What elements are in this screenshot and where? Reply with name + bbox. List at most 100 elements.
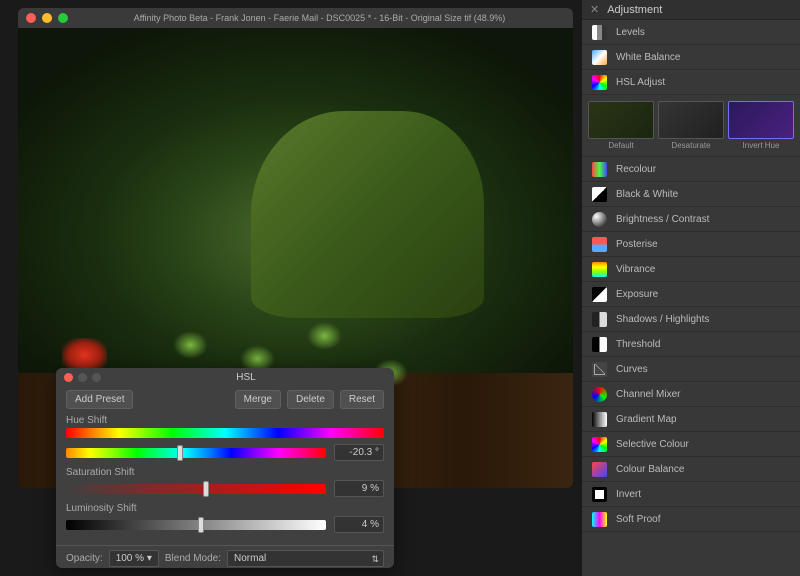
preset-label: Desaturate	[658, 141, 724, 150]
opacity-select[interactable]: 100 % ▾	[109, 550, 159, 567]
adjustment-item-posterise[interactable]: Posterise	[582, 232, 800, 257]
luminosity-shift-value[interactable]	[334, 516, 384, 533]
adjustment-label: Curves	[616, 364, 648, 375]
adjustment-item-soft-proof[interactable]: Soft Proof	[582, 507, 800, 532]
adjustment-label: Exposure	[616, 289, 658, 300]
adjustment-label: Shadows / Highlights	[616, 314, 709, 325]
hue-shift-thumb[interactable]	[177, 445, 183, 461]
preset-desaturate[interactable]: Desaturate	[658, 101, 724, 150]
chevron-updown-icon: ⇅	[371, 554, 379, 565]
preset-desaturate-thumb	[658, 101, 724, 139]
add-preset-button[interactable]: Add Preset	[66, 390, 133, 409]
hsl-footer: Opacity: 100 % ▾ Blend Mode: Normal ⇅	[56, 545, 394, 571]
selective-colour-icon	[592, 437, 607, 452]
photo-fern	[173, 331, 208, 359]
saturation-shift-thumb[interactable]	[203, 481, 209, 497]
adjustment-item-white-balance[interactable]: White Balance	[582, 45, 800, 70]
adjustment-label: Selective Colour	[616, 439, 689, 450]
adjustment-panel: ✕ Adjustment Levels White Balance HSL Ad…	[582, 0, 800, 576]
adjustment-label: Soft Proof	[616, 514, 660, 525]
blend-mode-label: Blend Mode:	[165, 553, 221, 564]
saturation-shift-slider[interactable]	[66, 484, 326, 494]
curves-icon	[592, 362, 607, 377]
preset-label: Default	[588, 141, 654, 150]
preset-invert-hue[interactable]: Invert Hue	[728, 101, 794, 150]
hsl-icon	[592, 75, 607, 90]
hue-spectrum-bar[interactable]	[66, 428, 384, 438]
invert-icon	[592, 487, 607, 502]
adjustment-item-gradient-map[interactable]: Gradient Map	[582, 407, 800, 432]
close-icon[interactable]: ✕	[590, 3, 599, 16]
adjustment-label: Channel Mixer	[616, 389, 680, 400]
adjustment-item-hsl-adjust[interactable]: HSL Adjust	[582, 70, 800, 95]
adjustment-label: Posterise	[616, 239, 658, 250]
adjustment-label: Vibrance	[616, 264, 655, 275]
adjustment-label: Invert	[616, 489, 641, 500]
hsl-minimize-button[interactable]	[78, 373, 87, 382]
adjustment-label: Brightness / Contrast	[616, 214, 709, 225]
maximize-button[interactable]	[58, 13, 68, 23]
merge-button[interactable]: Merge	[235, 390, 281, 409]
adjustment-label: Colour Balance	[616, 464, 684, 475]
adjustment-label: Levels	[616, 27, 645, 38]
white-balance-icon	[592, 50, 607, 65]
adjustment-item-black-white[interactable]: Black & White	[582, 182, 800, 207]
opacity-value: 100 %	[116, 553, 144, 564]
adjustment-item-invert[interactable]: Invert	[582, 482, 800, 507]
adjustment-label: White Balance	[616, 52, 680, 63]
adjustment-item-vibrance[interactable]: Vibrance	[582, 257, 800, 282]
luminosity-shift-slider[interactable]	[66, 520, 326, 530]
adjustment-item-brightness-contrast[interactable]: Brightness / Contrast	[582, 207, 800, 232]
adjustment-item-curves[interactable]: Curves	[582, 357, 800, 382]
photo-fern	[307, 322, 342, 350]
adjustment-label: Recolour	[616, 164, 656, 175]
close-button[interactable]	[26, 13, 36, 23]
recolour-icon	[592, 162, 607, 177]
posterise-icon	[592, 237, 607, 252]
channel-mixer-icon	[592, 387, 607, 402]
adjustment-item-channel-mixer[interactable]: Channel Mixer	[582, 382, 800, 407]
reset-button[interactable]: Reset	[340, 390, 384, 409]
adjustment-label: Gradient Map	[616, 414, 677, 425]
hsl-maximize-button[interactable]	[92, 373, 101, 382]
adjustment-item-shadows-highlights[interactable]: Shadows / Highlights	[582, 307, 800, 332]
adjustment-item-selective-colour[interactable]: Selective Colour	[582, 432, 800, 457]
shadows-highlights-icon	[592, 312, 607, 327]
adjustment-item-threshold[interactable]: Threshold	[582, 332, 800, 357]
black-white-icon	[592, 187, 607, 202]
hue-shift-value[interactable]	[334, 444, 384, 461]
adjustment-item-levels[interactable]: Levels	[582, 20, 800, 45]
adjustment-item-colour-balance[interactable]: Colour Balance	[582, 457, 800, 482]
opacity-label: Opacity:	[66, 553, 103, 564]
soft-proof-icon	[592, 512, 607, 527]
saturation-shift-value[interactable]	[334, 480, 384, 497]
delete-button[interactable]: Delete	[287, 390, 334, 409]
hue-shift-slider[interactable]	[66, 448, 326, 458]
hsl-close-button[interactable]	[64, 373, 73, 382]
levels-icon	[592, 25, 607, 40]
saturation-shift-label: Saturation Shift	[66, 467, 384, 478]
luminosity-shift-thumb[interactable]	[198, 517, 204, 533]
photo-stump	[251, 111, 484, 318]
adjustment-label: Black & White	[616, 189, 678, 200]
preset-invert-hue-thumb	[728, 101, 794, 139]
adjustment-header: ✕ Adjustment	[582, 0, 800, 20]
adjustment-label: Threshold	[616, 339, 660, 350]
preset-default[interactable]: Default	[588, 101, 654, 150]
colour-balance-icon	[592, 462, 607, 477]
exposure-icon	[592, 287, 607, 302]
preset-label: Invert Hue	[728, 141, 794, 150]
threshold-icon	[592, 337, 607, 352]
gradient-map-icon	[592, 412, 607, 427]
luminosity-shift-label: Luminosity Shift	[66, 503, 384, 514]
adjustment-item-exposure[interactable]: Exposure	[582, 282, 800, 307]
adjustment-item-recolour[interactable]: Recolour	[582, 157, 800, 182]
minimize-button[interactable]	[42, 13, 52, 23]
adjustment-title: Adjustment	[607, 4, 662, 16]
titlebar: Affinity Photo Beta - Frank Jonen - Faer…	[18, 8, 573, 28]
preset-default-thumb	[588, 101, 654, 139]
hsl-controls: Add Preset Merge Delete Reset Hue Shift …	[56, 386, 394, 543]
window-title: Affinity Photo Beta - Frank Jonen - Faer…	[74, 13, 565, 23]
hsl-titlebar[interactable]: HSL	[56, 368, 394, 386]
blend-mode-select[interactable]: Normal ⇅	[227, 550, 384, 567]
